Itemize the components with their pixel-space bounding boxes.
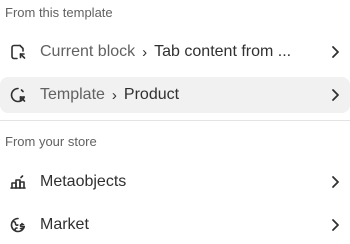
template-value: Product (123, 86, 180, 103)
section-divider (0, 120, 350, 121)
menu-item-current-block[interactable]: Current block › Tab content from ... (0, 34, 350, 70)
menu-item-metaobjects[interactable]: Metaobjects (0, 164, 350, 200)
metaobjects-icon (8, 172, 28, 192)
chevron-right-icon (326, 173, 344, 191)
menu-item-market[interactable]: Market (0, 207, 350, 243)
current-block-value: Tab content from ... (154, 43, 292, 60)
block-icon (8, 42, 28, 62)
breadcrumb-separator-icon: › (111, 86, 117, 104)
current-block-label: Current block (40, 43, 136, 60)
chevron-right-icon (326, 216, 344, 234)
chevron-right-icon (326, 86, 344, 104)
market-label: Market (40, 216, 89, 233)
dynamic-source-menu: From this template Current block › Tab c… (0, 0, 350, 244)
section-label-store: From your store (5, 134, 97, 149)
market-icon (8, 215, 28, 235)
chevron-right-icon (326, 43, 344, 61)
menu-item-template[interactable]: Template › Product (0, 77, 350, 113)
section-label-template: From this template (5, 5, 113, 20)
template-label: Template (40, 86, 105, 103)
template-icon (8, 85, 28, 105)
metaobjects-label: Metaobjects (40, 173, 127, 190)
breadcrumb-separator-icon: › (142, 43, 148, 61)
